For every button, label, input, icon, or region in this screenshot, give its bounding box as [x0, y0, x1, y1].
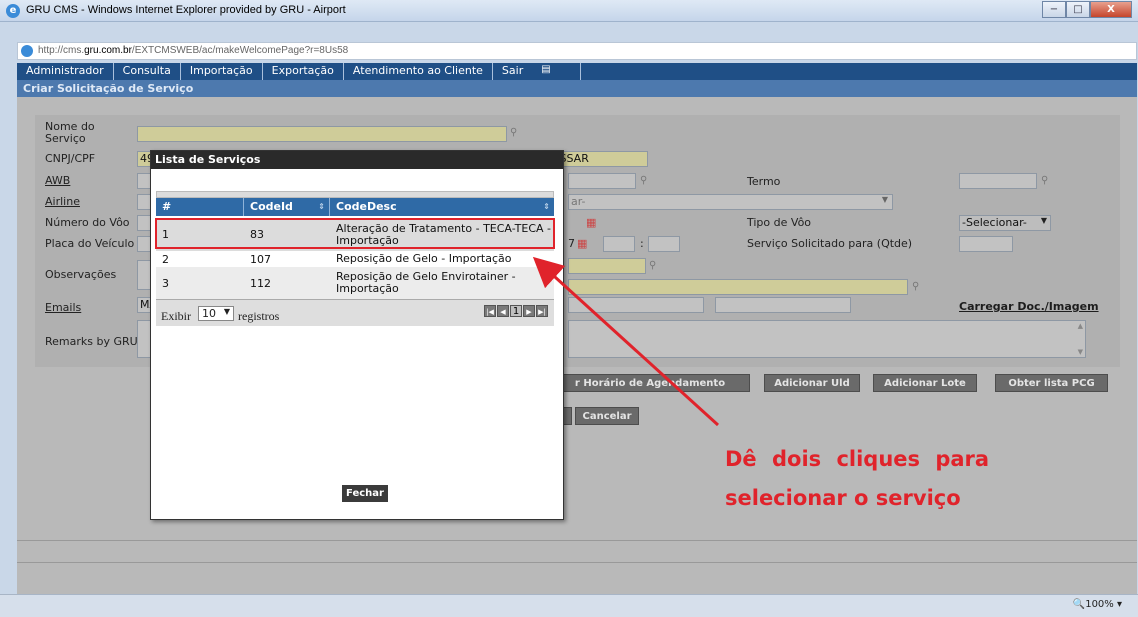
instruction-annotation: Dê dois cliques para selecionar o serviç… — [725, 440, 1025, 518]
browser-window: e GRU CMS - Windows Internet Explorer pr… — [0, 0, 1138, 617]
annotation-line-1: Dê dois cliques para — [725, 447, 990, 471]
annotation-line-2: selecionar o serviço — [725, 486, 961, 510]
annotation-arrow — [532, 256, 720, 427]
